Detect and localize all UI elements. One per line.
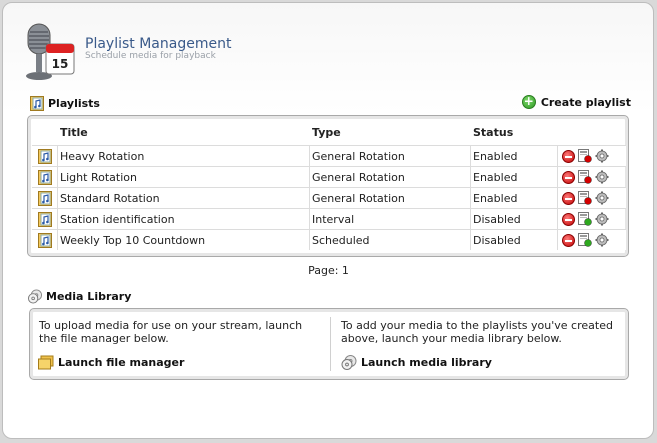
row-title[interactable]: Standard Rotation [58,188,310,208]
table-row[interactable]: Weekly Top 10 Countdown Scheduled Disabl… [32,229,626,250]
row-title[interactable]: Light Rotation [58,167,310,187]
plus-icon: + [521,94,536,109]
table-row[interactable]: Light Rotation General Rotation Enabled [32,166,626,187]
playlist-icon [37,211,52,227]
delete-icon[interactable] [562,212,575,226]
gear-icon[interactable] [595,170,609,184]
media-library-title: Media Library [46,290,132,303]
delete-icon[interactable] [562,170,575,184]
folders-icon [38,355,54,370]
media-library-panel: To upload media for use on your stream, … [29,308,629,380]
microphone-calendar-icon: 15 [26,23,75,80]
schedule-icon[interactable] [578,170,592,184]
page-subtitle: Schedule media for playback [85,51,216,61]
launch-media-library-label: Launch media library [361,356,492,369]
row-actions [558,188,624,208]
row-status: Enabled [471,188,558,208]
row-type: General Rotation [310,188,471,208]
launch-file-manager-label: Launch file manager [58,356,185,369]
row-actions [558,146,624,166]
playlists-table: Title Type Status Heavy Rotation General… [32,120,626,250]
row-status: Enabled [471,167,558,187]
schedule-icon[interactable] [578,191,592,205]
row-status: Disabled [471,209,558,229]
delete-icon[interactable] [562,149,575,163]
delete-icon[interactable] [562,191,575,205]
playlist-icon [30,96,44,111]
playlist-icon [37,169,52,185]
table-row[interactable]: Station identification Interval Disabled [32,208,626,229]
file-manager-description: To upload media for use on your stream, … [39,319,303,345]
media-library-heading: Media Library [28,289,131,304]
discs-icon [341,355,357,370]
create-playlist-button[interactable]: + Create playlist [521,94,631,109]
gear-icon[interactable] [595,233,609,247]
row-type: Scheduled [310,230,471,250]
row-status: Disabled [471,230,558,250]
page-header: 15 Playlist Management Schedule media fo… [22,22,322,86]
schedule-icon[interactable] [578,233,592,247]
pager: Page: 1 [308,264,349,277]
playlists-title: Playlists [48,97,100,110]
row-icon-cell [32,146,58,166]
row-title[interactable]: Station identification [58,209,310,229]
launch-media-library-link[interactable]: Launch media library [341,355,492,370]
divider [330,317,331,371]
gear-icon[interactable] [595,212,609,226]
header-spacer [32,120,58,145]
row-actions [558,230,624,250]
playlist-icon [37,232,52,248]
calendar-day: 15 [52,57,69,71]
row-icon-cell [32,167,58,187]
playlists-heading: Playlists [30,96,100,111]
schedule-icon[interactable] [578,149,592,163]
column-status[interactable]: Status [471,120,558,145]
table-row[interactable]: Standard Rotation General Rotation Enabl… [32,187,626,208]
row-actions [558,167,624,187]
table-header: Title Type Status [32,120,626,145]
discs-icon [28,289,42,304]
row-status: Enabled [471,146,558,166]
create-playlist-label: Create playlist [540,95,631,109]
row-icon-cell [32,209,58,229]
delete-icon[interactable] [562,233,575,247]
schedule-icon[interactable] [578,212,592,226]
gear-icon[interactable] [595,191,609,205]
table-row[interactable]: Heavy Rotation General Rotation Enabled [32,145,626,166]
column-type[interactable]: Type [310,120,471,145]
playlist-icon [37,148,52,164]
row-actions [558,209,624,229]
row-type: Interval [310,209,471,229]
column-title[interactable]: Title [58,120,310,145]
header-actions-spacer [558,120,624,145]
row-title[interactable]: Heavy Rotation [58,146,310,166]
row-icon-cell [32,188,58,208]
gear-icon[interactable] [595,149,609,163]
table-body: Heavy Rotation General Rotation Enabled … [32,145,626,250]
row-icon-cell [32,230,58,250]
launch-file-manager-link[interactable]: Launch file manager [38,355,184,370]
row-type: General Rotation [310,146,471,166]
page-title: Playlist Management [85,36,232,52]
row-type: General Rotation [310,167,471,187]
media-library-description: To add your media to the playlists you'v… [341,319,613,345]
row-title[interactable]: Weekly Top 10 Countdown [58,230,310,250]
playlist-icon [37,190,52,206]
